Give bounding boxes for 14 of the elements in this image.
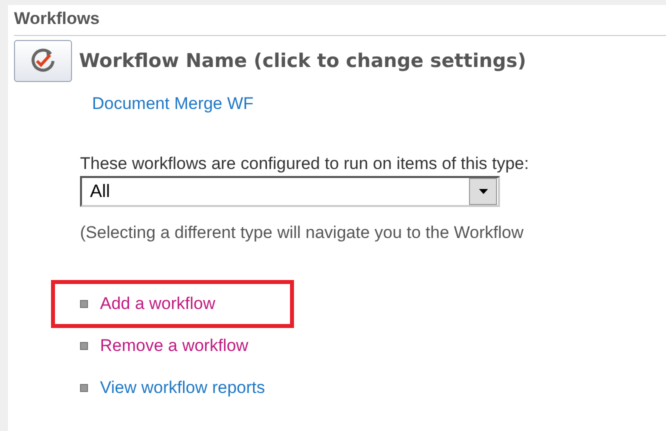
action-link[interactable]: Add a workflow bbox=[100, 294, 216, 314]
type-dropdown[interactable]: All bbox=[80, 176, 500, 207]
bullet-icon bbox=[80, 300, 88, 308]
type-label: These workflows are configured to run on items of this type: bbox=[80, 154, 530, 174]
dropdown-arrow-icon bbox=[478, 189, 488, 194]
workflow-link[interactable]: Document Merge WF bbox=[92, 94, 254, 114]
bullet-icon bbox=[80, 384, 88, 392]
bullet-icon bbox=[80, 342, 88, 350]
type-note: (Selecting a different type will navigate you to the Workflow bbox=[80, 223, 524, 243]
section-title: Workflows bbox=[14, 9, 666, 36]
workflow-settings-button[interactable] bbox=[14, 40, 72, 82]
workflow-name-heading: Workflow Name (click to change settings) bbox=[79, 50, 526, 72]
action-link[interactable]: Remove a workflow bbox=[100, 336, 248, 356]
action-link[interactable]: View workflow reports bbox=[100, 378, 266, 398]
